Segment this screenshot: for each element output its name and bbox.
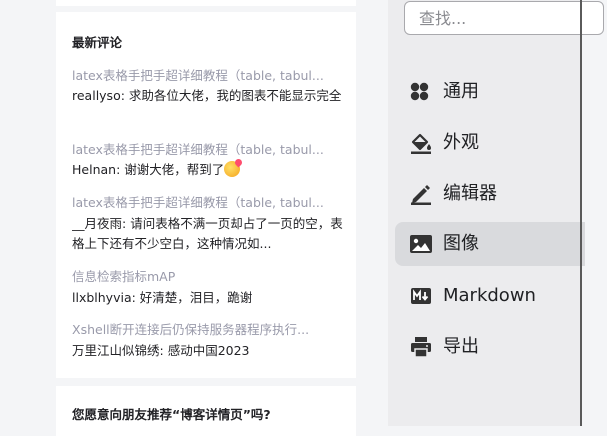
comment-author[interactable]: 万里江山似锦绣 — [72, 343, 160, 358]
comment-author[interactable]: reallyso — [72, 88, 121, 103]
comment-body: 万里江山似锦绣: 感动中国2023 — [72, 343, 250, 358]
comment-article-link[interactable]: 信息检索指标mAP — [72, 266, 342, 285]
comment-body: reallyso: 求助各位大佬，我的图表不能显示完全 — [72, 88, 342, 103]
settings-menu-label: 通用 — [443, 81, 479, 102]
settings-menu-label: Markdown — [443, 285, 536, 306]
recommend-title: 您愿意向朋友推荐“博客详情页”吗? — [72, 407, 271, 422]
window-divider — [580, 0, 582, 426]
comment-article-link[interactable]: latex表格手把手超详细教程（table, tabul... — [72, 192, 342, 211]
settings-menu-markdown[interactable]: Markdown — [395, 274, 585, 318]
settings-search-input[interactable] — [404, 1, 604, 35]
comment-author[interactable]: Helnan — [72, 162, 116, 177]
settings-menu-general[interactable]: 通用 — [395, 70, 585, 114]
settings-menu-image[interactable]: 图像 — [395, 222, 585, 266]
comment-article-link[interactable]: Xshell断开连接后仍保持服务器程序执行... — [72, 319, 342, 338]
settings-menu-label: 图像 — [443, 233, 479, 254]
comment-text: 谢谢大佬，帮到了 — [124, 162, 225, 177]
settings-menu-label: 导出 — [443, 336, 479, 357]
image-icon — [409, 233, 433, 255]
previous-card — [56, 0, 356, 6]
recent-comments-title: 最新评论 — [72, 35, 123, 50]
settings-menu-label: 编辑器 — [443, 183, 497, 204]
comment-text: 感动中国2023 — [167, 343, 250, 358]
recommend-card: 您愿意向朋友推荐“博客详情页”吗? — [56, 386, 356, 436]
comment-article-link[interactable]: latex表格手把手超详细教程（table, tabul... — [72, 139, 342, 158]
settings-menu-appearance[interactable]: 外观 — [395, 121, 585, 165]
settings-sidebar: 通用 外观 编辑器 — [388, 0, 604, 426]
printer-icon — [409, 336, 433, 358]
comment-body: llxblhyvia: 好清楚，泪目，跪谢 — [72, 290, 253, 305]
apps-grid-icon — [409, 81, 433, 103]
comment-body: __月夜雨: 请问表格不满一页却占了一页的空，表格上下还有不少空白，这种情况如.… — [72, 216, 343, 251]
comment-text: 求助各位大佬，我的图表不能显示完全 — [128, 88, 342, 103]
comment-author[interactable]: llxblhyvia — [72, 290, 132, 305]
recent-comments-card: 最新评论 latex表格手把手超详细教程（table, tabul... rea… — [56, 12, 356, 378]
settings-menu-editor[interactable]: 编辑器 — [395, 172, 585, 216]
pencil-icon — [409, 183, 433, 205]
comment-body: Helnan: 谢谢大佬，帮到了 — [72, 160, 344, 180]
markdown-icon — [409, 285, 433, 307]
paint-bucket-icon — [409, 132, 433, 154]
comment-text: 好清楚，泪目，跪谢 — [139, 290, 253, 305]
comment-article-link[interactable]: latex表格手把手超详细教程（table, tabul... — [72, 65, 342, 84]
comment-author[interactable]: __月夜雨 — [72, 216, 122, 231]
face-with-heart-icon — [224, 161, 241, 177]
settings-menu-export[interactable]: 导出 — [395, 325, 585, 369]
settings-menu-label: 外观 — [443, 132, 479, 153]
